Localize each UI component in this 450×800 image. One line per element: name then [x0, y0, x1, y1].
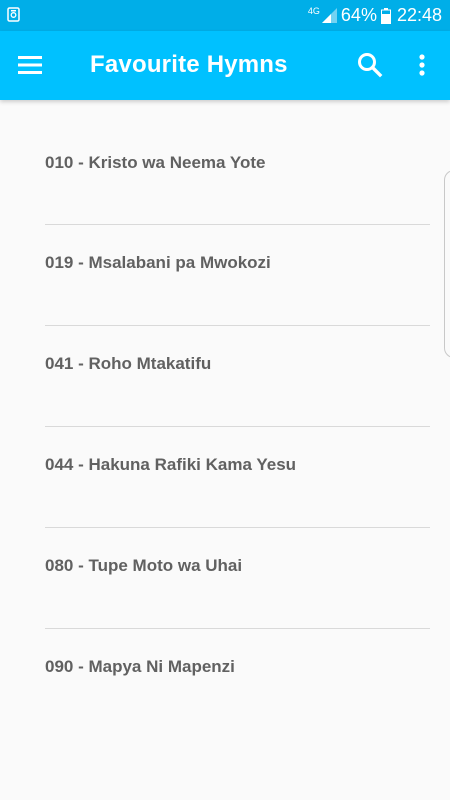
more-options-button[interactable]: [410, 49, 434, 81]
list-item[interactable]: 010 - Kristo wa Neema Yote: [0, 100, 450, 225]
list-item[interactable]: 080 - Tupe Moto wa Uhai: [0, 528, 450, 629]
battery-percent: 64%: [340, 5, 377, 25]
more-vert-icon: [419, 54, 425, 76]
search-button[interactable]: [354, 49, 386, 81]
edge-panel-handle[interactable]: [444, 170, 450, 358]
network-type: 4G: [307, 5, 320, 16]
app-bar: Favourite Hymns: [0, 31, 450, 100]
list-item[interactable]: 090 - Mapya Ni Mapenzi: [0, 629, 450, 730]
hymn-title: 080 - Tupe Moto wa Uhai: [45, 556, 243, 575]
search-icon: [358, 53, 383, 78]
status-right-group: 4G 64% 22:48: [308, 0, 442, 31]
list-item[interactable]: 041 - Roho Mtakatifu: [0, 326, 450, 427]
menu-button[interactable]: [14, 50, 46, 80]
screenshot-notification-icon: [7, 7, 20, 22]
hymn-list: 010 - Kristo wa Neema Yote 019 - Msalaba…: [0, 100, 450, 730]
hymn-title: 090 - Mapya Ni Mapenzi: [45, 657, 235, 676]
signal-icon: [321, 8, 337, 23]
hymn-title: 019 - Msalabani pa Mwokozi: [45, 253, 271, 272]
page-title: Favourite Hymns: [90, 51, 288, 78]
list-item[interactable]: 044 - Hakuna Rafiki Kama Yesu: [0, 427, 450, 528]
list-item[interactable]: 019 - Msalabani pa Mwokozi: [0, 225, 450, 326]
status-bar: 4G 64% 22:48: [0, 0, 450, 31]
hymn-title: 041 - Roho Mtakatifu: [45, 354, 212, 373]
hamburger-menu-icon: [18, 56, 42, 74]
clock: 22:48: [396, 5, 442, 25]
battery-icon: [380, 7, 391, 24]
hymn-title: 010 - Kristo wa Neema Yote: [45, 153, 266, 172]
hymn-title: 044 - Hakuna Rafiki Kama Yesu: [45, 455, 297, 474]
